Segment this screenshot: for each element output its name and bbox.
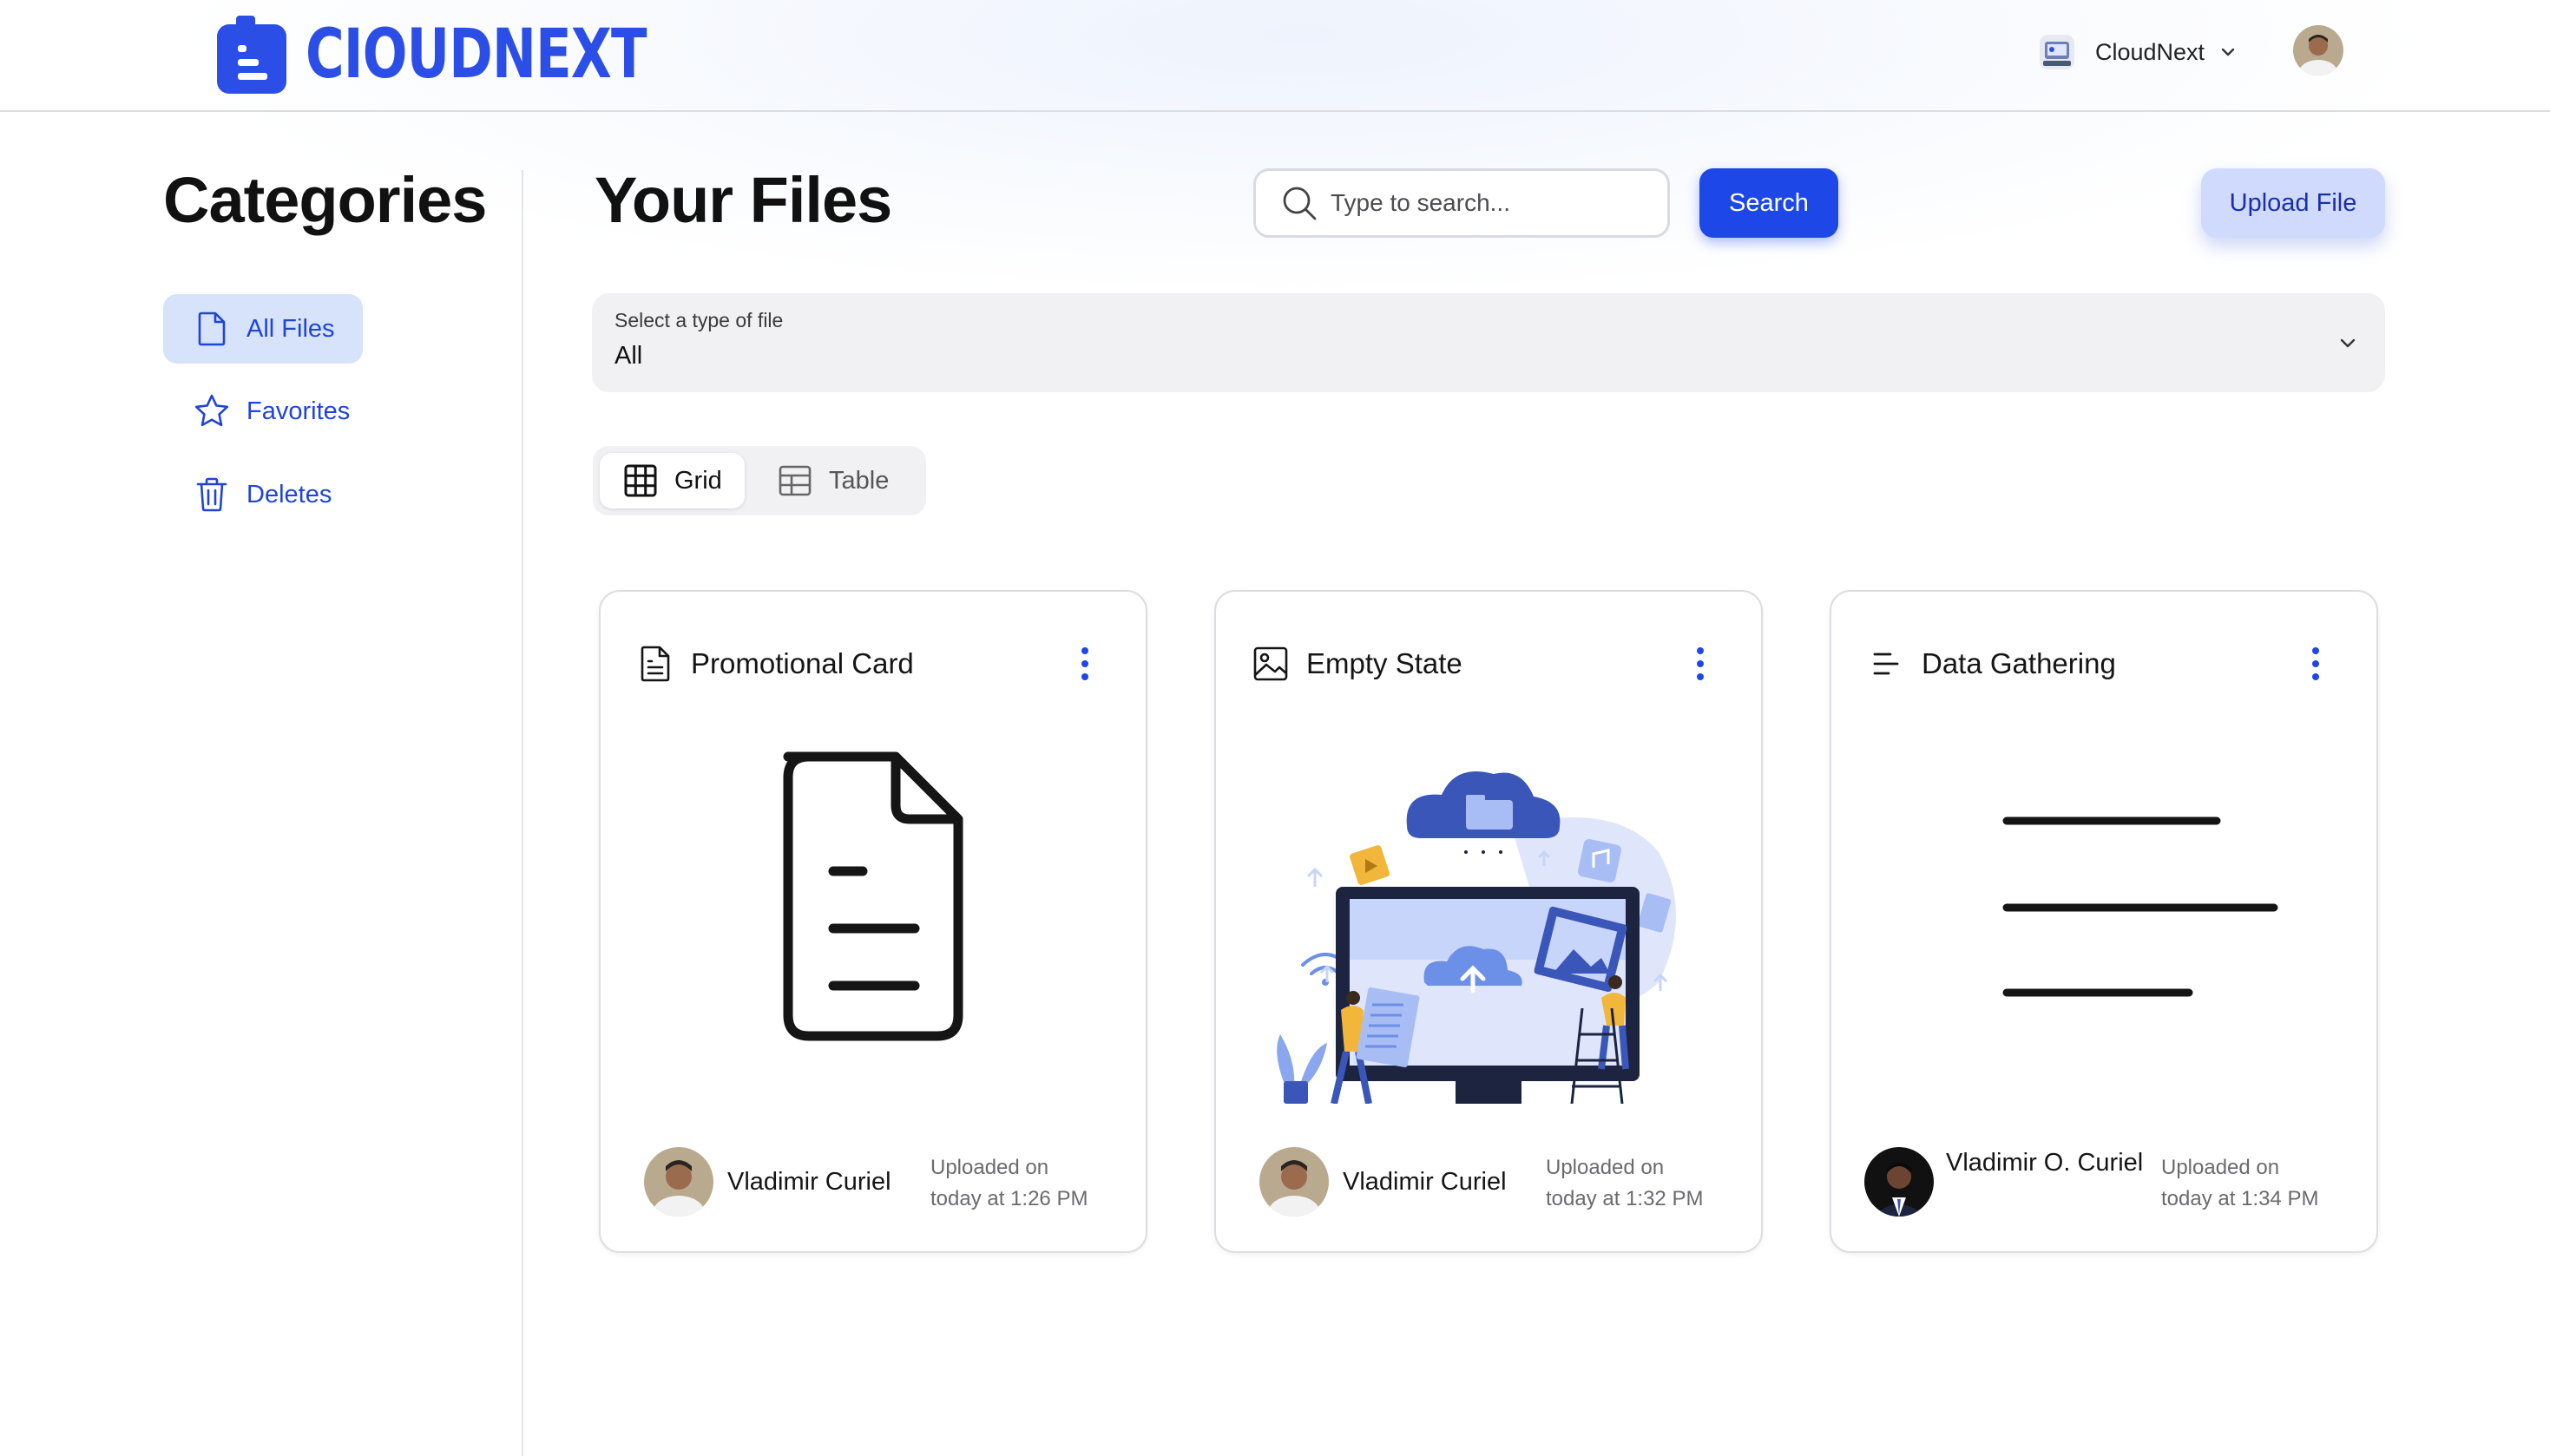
empty-state-illustration-icon bbox=[1277, 771, 1676, 1104]
view-toggle: Grid Table bbox=[593, 446, 926, 515]
sidebar-item-label: Favorites bbox=[246, 397, 351, 425]
chevron-down-icon bbox=[2340, 338, 2356, 348]
tab-table-label: Table bbox=[829, 466, 890, 495]
org-switcher[interactable]: CloudNext bbox=[2038, 33, 2238, 71]
sidebar-divider bbox=[522, 170, 523, 1456]
file-icon bbox=[198, 312, 226, 346]
page: CIOUDNEXT CloudNext Categories All Files… bbox=[0, 0, 2550, 1456]
upload-date-line2: today at 1:26 PM bbox=[930, 1187, 1088, 1210]
file-card-title: Empty State bbox=[1306, 647, 1462, 679]
table-icon bbox=[779, 465, 812, 496]
chevron-down-icon bbox=[2221, 48, 2235, 56]
file-card-author: Vladimir Curiel bbox=[1343, 1168, 1507, 1196]
sidebar-item-favorites[interactable]: Favorites bbox=[163, 377, 378, 446]
author-avatar bbox=[1864, 1147, 1934, 1217]
more-vertical-icon[interactable] bbox=[1068, 642, 1102, 685]
upload-date-line1: Uploaded on bbox=[1546, 1156, 1665, 1179]
file-card-author: Vladimir O. Curiel bbox=[1946, 1149, 2144, 1177]
sidebar-item-deletes[interactable]: Deletes bbox=[163, 460, 359, 529]
upload-date-line2: today at 1:32 PM bbox=[1546, 1187, 1704, 1210]
page-title: Your Files bbox=[595, 164, 892, 236]
search-icon bbox=[1283, 187, 1317, 220]
upload-date-line1: Uploaded on bbox=[2161, 1156, 2280, 1179]
upload-date-line2: today at 1:34 PM bbox=[2161, 1187, 2319, 1210]
author-avatar bbox=[644, 1147, 713, 1217]
author-avatar bbox=[1259, 1147, 1329, 1217]
tab-grid-label: Grid bbox=[674, 466, 722, 495]
search-input[interactable] bbox=[1331, 189, 1660, 217]
file-card[interactable]: Data Gathering Vladimir O. Curiel Upload… bbox=[1830, 590, 2378, 1253]
avatar-photo-icon bbox=[1259, 1147, 1329, 1217]
logo-mark-icon bbox=[217, 16, 286, 94]
logo-text: CIOUDNEXT bbox=[306, 16, 647, 94]
file-card-title: Promotional Card bbox=[691, 647, 914, 679]
tab-grid[interactable]: Grid bbox=[600, 453, 745, 508]
file-card-upload-date: Uploaded on today at 1:34 PM bbox=[2161, 1152, 2361, 1215]
file-card-title: Data Gathering bbox=[1922, 647, 2116, 679]
file-type-select-value: All bbox=[614, 342, 643, 370]
sidebar-item-label: All Files bbox=[246, 314, 335, 343]
document-icon bbox=[641, 646, 670, 682]
star-icon bbox=[194, 394, 229, 427]
file-card[interactable]: Empty State Vladimir Curiel Uploaded on … bbox=[1214, 590, 1763, 1253]
file-type-select[interactable]: Select a type of file All bbox=[592, 293, 2385, 392]
categories-title: Categories bbox=[163, 164, 487, 236]
file-card-upload-date: Uploaded on today at 1:32 PM bbox=[1546, 1152, 1745, 1215]
upload-file-button[interactable]: Upload File bbox=[2201, 168, 2385, 238]
search-button[interactable]: Search bbox=[1699, 168, 1838, 238]
avatar-photo-icon bbox=[2293, 25, 2343, 75]
sidebar-item-all-files[interactable]: All Files bbox=[163, 294, 363, 364]
file-card-author: Vladimir Curiel bbox=[727, 1168, 891, 1196]
tab-table[interactable]: Table bbox=[754, 453, 911, 508]
user-avatar[interactable] bbox=[2293, 25, 2343, 75]
file-card-upload-date: Uploaded on today at 1:26 PM bbox=[930, 1152, 1130, 1215]
text-preview-icon bbox=[2002, 817, 2278, 997]
grid-icon bbox=[624, 464, 657, 497]
more-vertical-icon[interactable] bbox=[1683, 642, 1718, 685]
file-card[interactable]: Promotional Card Vladimir Curiel Uploade… bbox=[599, 590, 1147, 1253]
org-name: CloudNext bbox=[2095, 38, 2205, 65]
trash-icon bbox=[196, 477, 227, 512]
sidebar-item-label: Deletes bbox=[246, 480, 332, 508]
app-logo[interactable]: CIOUDNEXT bbox=[217, 16, 743, 94]
upload-date-line1: Uploaded on bbox=[930, 1156, 1049, 1179]
org-logo-icon bbox=[2040, 35, 2074, 69]
search-box[interactable] bbox=[1253, 168, 1670, 238]
text-lines-icon bbox=[1873, 653, 1899, 675]
image-icon bbox=[1253, 646, 1288, 681]
top-header: CIOUDNEXT CloudNext bbox=[0, 0, 2550, 112]
file-type-select-label: Select a type of file bbox=[614, 309, 784, 331]
avatar-photo-icon bbox=[1864, 1147, 1934, 1217]
avatar-photo-icon bbox=[644, 1147, 713, 1217]
document-preview-icon bbox=[783, 751, 963, 1041]
more-vertical-icon[interactable] bbox=[2298, 642, 2333, 685]
